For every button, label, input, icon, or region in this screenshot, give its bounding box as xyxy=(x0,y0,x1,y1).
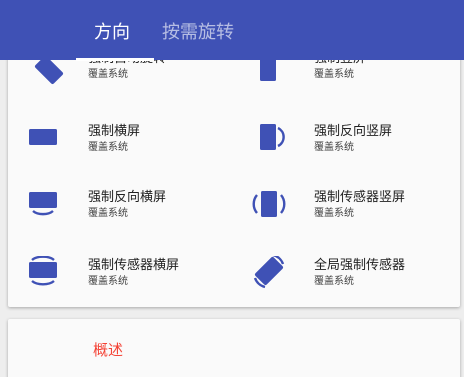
landscape-icon xyxy=(28,122,72,166)
tab-direction[interactable]: 方向 xyxy=(94,21,130,45)
reverse-portrait-icon xyxy=(254,122,298,166)
mode-title: 强制反向竖屏 xyxy=(314,124,393,139)
mode-force-landscape[interactable]: 强制横屏 覆盖系统 xyxy=(28,122,248,178)
mode-force-reverse-landscape[interactable]: 强制反向横屏 覆盖系统 xyxy=(28,188,248,244)
mode-title: 强制反向横屏 xyxy=(88,190,167,205)
mode-force-sensor-portrait[interactable]: 强制传感器竖屏 覆盖系统 xyxy=(248,188,464,244)
full-sensor-icon xyxy=(248,256,292,300)
mode-subtitle: 覆盖系统 xyxy=(314,69,354,80)
mode-force-sensor-landscape[interactable]: 强制传感器横屏 覆盖系统 xyxy=(28,256,248,312)
mode-subtitle: 覆盖系统 xyxy=(88,142,128,153)
mode-subtitle: 覆盖系统 xyxy=(314,208,354,219)
mode-subtitle: 覆盖系统 xyxy=(314,276,354,287)
summary-card[interactable]: 概述 xyxy=(8,319,460,377)
app-bar: 方向 按需旋转 xyxy=(0,0,464,61)
reverse-landscape-icon xyxy=(28,188,72,232)
mode-subtitle: 覆盖系统 xyxy=(314,142,354,153)
tab-indicator xyxy=(76,58,154,61)
summary-title: 概述 xyxy=(93,341,124,359)
mode-title: 强制传感器竖屏 xyxy=(314,190,406,205)
mode-title: 全局强制传感器 xyxy=(314,258,406,273)
mode-subtitle: 覆盖系统 xyxy=(88,276,128,287)
tab-on-demand-rotation[interactable]: 按需旋转 xyxy=(162,21,234,45)
mode-title: 强制传感器横屏 xyxy=(88,258,180,273)
mode-force-reverse-portrait[interactable]: 强制反向竖屏 覆盖系统 xyxy=(254,122,464,178)
sensor-portrait-icon xyxy=(248,188,292,232)
mode-subtitle: 覆盖系统 xyxy=(88,208,128,219)
mode-global-force-sensor[interactable]: 全局强制传感器 覆盖系统 xyxy=(248,256,464,312)
mode-subtitle: 覆盖系统 xyxy=(88,69,128,80)
mode-title: 强制横屏 xyxy=(88,124,141,139)
sensor-landscape-icon xyxy=(28,256,72,300)
